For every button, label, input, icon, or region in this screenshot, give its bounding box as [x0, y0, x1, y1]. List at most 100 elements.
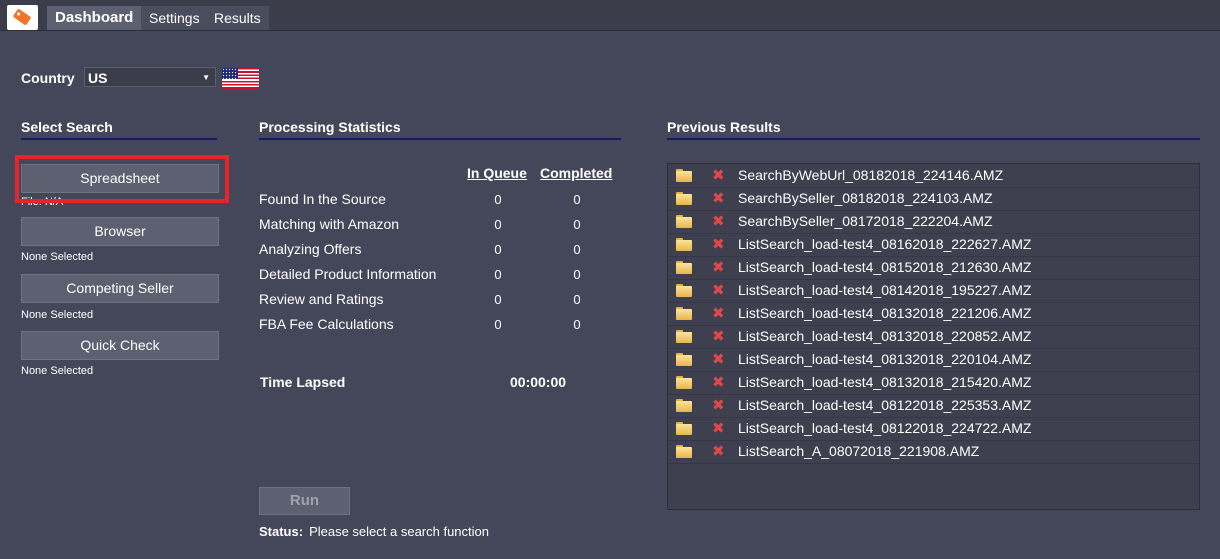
folder-open-icon[interactable] — [676, 445, 692, 458]
delete-icon[interactable]: ✖ — [712, 166, 725, 184]
delete-icon[interactable]: ✖ — [712, 235, 725, 253]
delete-icon[interactable]: ✖ — [712, 189, 725, 207]
stat-queue-fba: 0 — [494, 317, 502, 332]
stat-queue-review: 0 — [494, 292, 502, 307]
competing-seller-note: None Selected — [21, 309, 94, 321]
stat-label-detailed: Detailed Product Information — [259, 266, 437, 282]
stat-queue-analyzing: 0 — [494, 242, 502, 257]
delete-icon[interactable]: ✖ — [712, 304, 725, 322]
time-lapsed-label: Time Lapsed — [260, 374, 346, 390]
file-name: ListSearch_load-test4_08162018_222627.AM… — [738, 236, 1032, 252]
file-name: SearchByWebUrl_08182018_224146.AMZ — [738, 167, 1004, 183]
file-name: ListSearch_load-test4_08122018_224722.AM… — [738, 420, 1032, 436]
list-item[interactable]: ✖ ListSearch_load-test4_08132018_220104.A… — [668, 348, 1199, 372]
delete-icon[interactable]: ✖ — [712, 419, 725, 437]
previous-results-divider — [667, 138, 1200, 140]
list-item[interactable]: ✖ SearchByWebUrl_08182018_224146.AMZ — [668, 164, 1199, 188]
delete-icon[interactable]: ✖ — [712, 327, 725, 345]
quick-check-note: None Selected — [21, 365, 94, 377]
status-label: Status: — [259, 524, 304, 539]
delete-icon[interactable]: ✖ — [712, 373, 725, 391]
select-search-title: Select Search — [21, 119, 113, 135]
time-lapsed-value: 00:00:00 — [510, 374, 567, 390]
list-item[interactable]: ✖ ListSearch_load-test4_08142018_195227.A… — [668, 279, 1199, 303]
file-name: SearchBySeller_08182018_224103.AMZ — [738, 190, 993, 206]
file-name: ListSearch_load-test4_08132018_220104.AM… — [738, 351, 1032, 367]
list-item[interactable]: ✖ SearchBySeller_08182018_224103.AMZ — [668, 187, 1199, 211]
list-item[interactable]: ✖ ListSearch_load-test4_08152018_212630.A… — [668, 256, 1199, 280]
folder-open-icon[interactable] — [676, 192, 692, 205]
quick-check-button[interactable]: Quick Check — [21, 331, 219, 360]
list-item[interactable]: ✖ SearchBySeller_08172018_222204.AMZ — [668, 210, 1199, 234]
file-name: ListSearch_load-test4_08152018_212630.AM… — [738, 259, 1032, 275]
list-item[interactable]: ✖ ListSearch_load-test4_08162018_222627.A… — [668, 233, 1199, 257]
folder-open-icon[interactable] — [676, 238, 692, 251]
folder-open-icon[interactable] — [676, 307, 692, 320]
folder-open-icon[interactable] — [676, 422, 692, 435]
stat-completed-analyzing: 0 — [573, 242, 581, 257]
stat-completed-detailed: 0 — [573, 267, 581, 282]
file-name: ListSearch_A_08072018_221908.AMZ — [738, 443, 980, 459]
list-item[interactable]: ✖ ListSearch_load-test4_08122018_224722.A… — [668, 417, 1199, 441]
stat-completed-matching: 0 — [573, 217, 581, 232]
stat-completed-found: 0 — [573, 192, 581, 207]
folder-open-icon[interactable] — [676, 330, 692, 343]
stat-completed-fba: 0 — [573, 317, 581, 332]
file-name: ListSearch_load-test4_08122018_225353.AM… — [738, 397, 1032, 413]
select-search-divider — [21, 138, 217, 140]
completed-header: Completed — [540, 165, 613, 181]
folder-open-icon[interactable] — [676, 169, 692, 182]
tab-dashboard[interactable]: Dashboard — [47, 6, 142, 30]
file-name: ListSearch_load-test4_08132018_220852.AM… — [738, 328, 1032, 344]
delete-icon[interactable]: ✖ — [712, 350, 725, 368]
stat-completed-review: 0 — [573, 292, 581, 307]
stat-label-found: Found In the Source — [259, 191, 386, 207]
previous-results-list[interactable]: ✖ SearchByWebUrl_08182018_224146.AMZ ✖ Sea… — [667, 163, 1200, 510]
folder-open-icon[interactable] — [676, 261, 692, 274]
list-item[interactable]: ✖ ListSearch_load-test4_08132018_221206.A… — [668, 302, 1199, 326]
file-name: SearchBySeller_08172018_222204.AMZ — [738, 213, 993, 229]
previous-results-title: Previous Results — [667, 119, 781, 135]
folder-open-icon[interactable] — [676, 399, 692, 412]
run-button[interactable]: Run — [259, 487, 350, 515]
processing-statistics-divider — [259, 138, 621, 140]
browser-button[interactable]: Browser — [21, 217, 219, 246]
stat-label-matching: Matching with Amazon — [259, 216, 400, 232]
delete-icon[interactable]: ✖ — [712, 396, 725, 414]
stat-queue-matching: 0 — [494, 217, 502, 232]
stat-queue-found: 0 — [494, 192, 502, 207]
delete-icon[interactable]: ✖ — [712, 212, 725, 230]
tab-results[interactable]: Results — [206, 6, 269, 30]
folder-open-icon[interactable] — [676, 376, 692, 389]
spreadsheet-highlight-box — [15, 155, 229, 203]
status-text: Please select a search function — [309, 524, 489, 539]
list-item[interactable]: ✖ ListSearch_load-test4_08132018_215420.A… — [668, 371, 1199, 395]
list-item[interactable]: ✖ ListSearch_A_08072018_221908.AMZ — [668, 440, 1199, 464]
country-label: Country — [21, 70, 75, 86]
delete-icon[interactable]: ✖ — [712, 258, 725, 276]
tag-icon — [12, 8, 32, 26]
folder-open-icon[interactable] — [676, 284, 692, 297]
stat-label-analyzing: Analyzing Offers — [259, 241, 362, 257]
list-item[interactable]: ✖ ListSearch_load-test4_08122018_225353.A… — [668, 394, 1199, 418]
country-selected-value: US — [88, 70, 108, 86]
processing-statistics-title: Processing Statistics — [259, 119, 401, 135]
us-flag-icon — [222, 68, 259, 89]
delete-icon[interactable]: ✖ — [712, 281, 725, 299]
stat-label-review: Review and Ratings — [259, 291, 384, 307]
list-item[interactable]: ✖ ListSearch_load-test4_08132018_220852.A… — [668, 325, 1199, 349]
file-name: ListSearch_load-test4_08142018_195227.AM… — [738, 282, 1032, 298]
file-name: ListSearch_load-test4_08132018_221206.AM… — [738, 305, 1032, 321]
top-bar: Dashboard Settings Results — [0, 0, 1220, 31]
delete-icon[interactable]: ✖ — [712, 442, 725, 460]
browser-note: None Selected — [21, 251, 94, 263]
folder-open-icon[interactable] — [676, 215, 692, 228]
chevron-down-icon: ▼ — [202, 73, 210, 82]
competing-seller-button[interactable]: Competing Seller — [21, 274, 219, 303]
country-select[interactable]: US ▼ — [84, 67, 216, 87]
app-logo — [7, 5, 38, 30]
stat-label-fba: FBA Fee Calculations — [259, 316, 394, 332]
folder-open-icon[interactable] — [676, 353, 692, 366]
file-name: ListSearch_load-test4_08132018_215420.AM… — [738, 374, 1032, 390]
tab-settings[interactable]: Settings — [141, 6, 208, 30]
